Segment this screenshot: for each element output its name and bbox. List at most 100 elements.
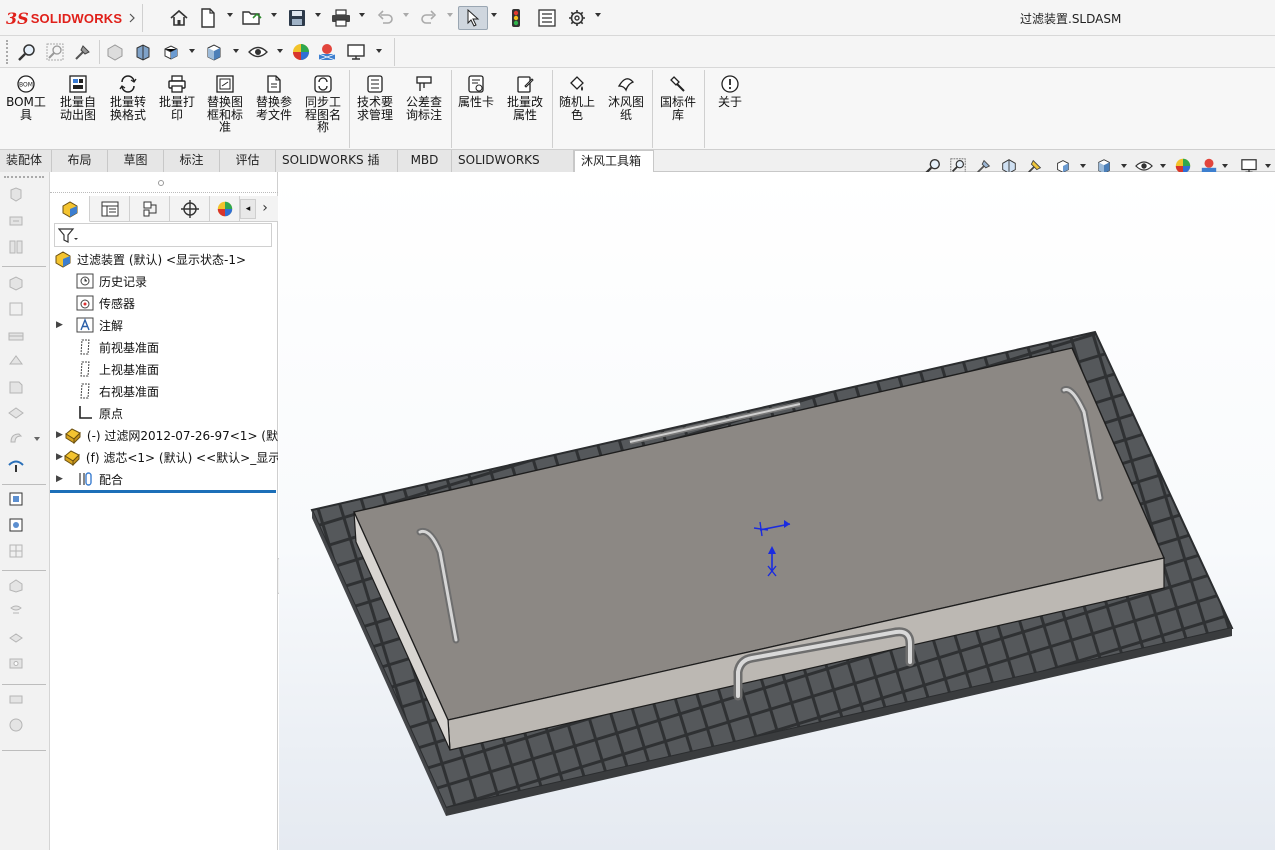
ribbon-btn-gb-parts[interactable]: 国标件 库 xyxy=(655,74,701,121)
hide-show-dropdown-icon[interactable] xyxy=(1160,164,1166,168)
ribbon-btn-batch-print[interactable]: 批量打 印 xyxy=(154,74,200,121)
tab-configuration-manager[interactable] xyxy=(130,196,170,222)
instant3d-icon[interactable] xyxy=(7,490,25,508)
tab-sketch[interactable]: 草图 xyxy=(108,150,164,172)
tree-item-annotations[interactable]: ▶ 注解 xyxy=(50,314,278,336)
ribbon-btn-tolerance[interactable]: 公差查 询标注 xyxy=(401,74,447,121)
measure-icon[interactable] xyxy=(7,690,25,708)
section-view-icon[interactable] xyxy=(104,40,126,64)
tree-item-origin[interactable]: 原点 xyxy=(50,402,278,424)
logo-menu-arrow-icon[interactable] xyxy=(128,9,136,27)
edit-appearance-icon[interactable] xyxy=(290,40,312,64)
rebuild-traffic-light-icon[interactable] xyxy=(506,6,526,30)
redo-dropdown-icon[interactable] xyxy=(447,13,453,17)
tree-item-top-plane[interactable]: 上视基准面 xyxy=(50,358,278,380)
save-icon[interactable] xyxy=(286,6,308,30)
tabs-scroll-right-icon[interactable]: › xyxy=(256,199,274,219)
tab-mbd[interactable]: MBD xyxy=(398,150,452,172)
orientation-dropdown-icon[interactable] xyxy=(189,49,195,53)
ribbon-btn-batch-drawing[interactable]: 批量自 动出图 xyxy=(55,74,101,121)
reference-geometry-icon[interactable] xyxy=(7,378,25,396)
tree-item-filter-core[interactable]: ▶ (f) 滤芯<1> (默认) <<默认>_显示 xyxy=(50,446,278,468)
filter-funnel-icon[interactable] xyxy=(58,227,80,245)
tree-item-mates[interactable]: ▶ 配合 xyxy=(50,468,278,490)
dropdown-arrow-icon[interactable] xyxy=(34,437,40,441)
tab-assembly[interactable]: 装配体 xyxy=(0,150,52,172)
select-pointer-icon[interactable] xyxy=(458,6,488,30)
print-dropdown-icon[interactable] xyxy=(359,13,365,17)
print-icon[interactable] xyxy=(330,6,352,30)
interference-detection-icon[interactable] xyxy=(7,602,25,620)
redo-icon[interactable] xyxy=(418,6,440,30)
zoom-area-icon[interactable] xyxy=(44,40,66,64)
tree-item-right-plane[interactable]: 右视基准面 xyxy=(50,380,278,402)
scene-dropdown-icon[interactable] xyxy=(1222,164,1228,168)
ribbon-btn-batch-convert[interactable]: 批量转 换格式 xyxy=(105,74,151,121)
tree-item-history[interactable]: 历史记录 xyxy=(50,270,278,292)
exploded-view-icon[interactable] xyxy=(7,456,25,474)
new-dropdown-icon[interactable] xyxy=(227,13,233,17)
take-snapshot-icon[interactable] xyxy=(7,542,25,560)
expand-arrow-icon[interactable]: ▶ xyxy=(56,430,64,440)
linear-pattern-icon[interactable] xyxy=(7,238,25,256)
ribbon-btn-sync-name[interactable]: 同步工 程图名 称 xyxy=(300,74,346,134)
bill-of-materials-icon[interactable] xyxy=(7,430,25,448)
apply-scene-icon[interactable] xyxy=(316,40,338,64)
large-assembly-mode-icon[interactable] xyxy=(7,576,25,594)
tree-rollback-bar[interactable] xyxy=(50,490,276,493)
expand-arrow-icon[interactable]: ▶ xyxy=(56,320,76,330)
ribbon-btn-mufeng-drawing[interactable]: 沐风图 纸 xyxy=(603,74,649,121)
mass-properties-icon[interactable] xyxy=(7,716,25,734)
tree-item-front-plane[interactable]: 前视基准面 xyxy=(50,336,278,358)
toolbar-grip[interactable] xyxy=(6,40,8,64)
display-style-dropdown-icon[interactable] xyxy=(233,49,239,53)
view-settings-monitor-icon[interactable] xyxy=(344,40,368,64)
assembly-features-icon[interactable] xyxy=(7,352,25,370)
ribbon-btn-replace-reference[interactable]: 替换参 考文件 xyxy=(251,74,297,121)
display-style-dropdown-icon[interactable] xyxy=(1121,164,1127,168)
display-style-icon[interactable] xyxy=(202,40,226,64)
tab-evaluate[interactable]: 评估 xyxy=(220,150,276,172)
hide-show-items-icon[interactable] xyxy=(246,40,270,64)
clearance-verification-icon[interactable] xyxy=(7,628,25,646)
tab-feature-manager[interactable] xyxy=(50,196,90,222)
ribbon-btn-property-card[interactable]: 属性卡 xyxy=(454,74,498,109)
previous-view-icon[interactable] xyxy=(72,40,94,64)
tab-solidworks-addins[interactable]: SOLIDWORKS 插件 xyxy=(276,150,398,188)
graphics-area[interactable] xyxy=(279,172,1275,850)
expand-arrow-icon[interactable]: ▶ xyxy=(56,452,63,462)
tab-layout[interactable]: 布局 xyxy=(52,150,108,172)
mate-icon[interactable] xyxy=(7,212,25,230)
file-properties-icon[interactable] xyxy=(536,6,558,30)
undo-icon[interactable] xyxy=(374,6,396,30)
hide-show-dropdown-icon[interactable] xyxy=(277,49,283,53)
insert-component-icon[interactable] xyxy=(7,186,25,204)
tab-solidworks-cam[interactable]: SOLIDWORKS CAM xyxy=(452,150,574,188)
smart-fasteners-icon[interactable] xyxy=(7,274,25,292)
assembly-model-view[interactable] xyxy=(279,172,1275,850)
select-dropdown-icon[interactable] xyxy=(491,13,497,17)
tabs-scroll-left-icon[interactable]: ◂ xyxy=(240,199,256,219)
open-dropdown-icon[interactable] xyxy=(271,13,277,17)
expand-arrow-icon[interactable]: ▶ xyxy=(56,474,76,484)
tab-property-manager[interactable] xyxy=(90,196,130,222)
move-component-icon[interactable] xyxy=(7,300,25,318)
tree-item-filter-mesh[interactable]: ▶ (-) 过滤网2012-07-26-97<1> (默 xyxy=(50,424,278,446)
view-settings-dropdown-icon[interactable] xyxy=(376,49,382,53)
ribbon-btn-tech-req[interactable]: 技术要 求管理 xyxy=(352,74,398,121)
new-document-icon[interactable] xyxy=(198,6,218,30)
home-icon[interactable] xyxy=(168,6,190,30)
tree-filter-box[interactable] xyxy=(54,223,272,247)
view-settings-dropdown-icon[interactable] xyxy=(1265,164,1271,168)
tab-display-manager[interactable] xyxy=(210,196,240,222)
view-orientation-icon[interactable] xyxy=(160,40,182,64)
toolbar-grip[interactable] xyxy=(4,176,44,178)
ribbon-btn-random-color[interactable]: 随机上 色 xyxy=(554,74,600,121)
ribbon-btn-batch-property[interactable]: 批量改 属性 xyxy=(502,74,548,121)
show-hidden-components-icon[interactable] xyxy=(7,326,25,344)
zoom-to-fit-icon[interactable] xyxy=(16,40,38,64)
tab-dimxpert-manager[interactable] xyxy=(170,196,210,222)
undo-dropdown-icon[interactable] xyxy=(403,13,409,17)
dynamic-annotation-icon[interactable] xyxy=(132,40,154,64)
orientation-dropdown-icon[interactable] xyxy=(1080,164,1086,168)
